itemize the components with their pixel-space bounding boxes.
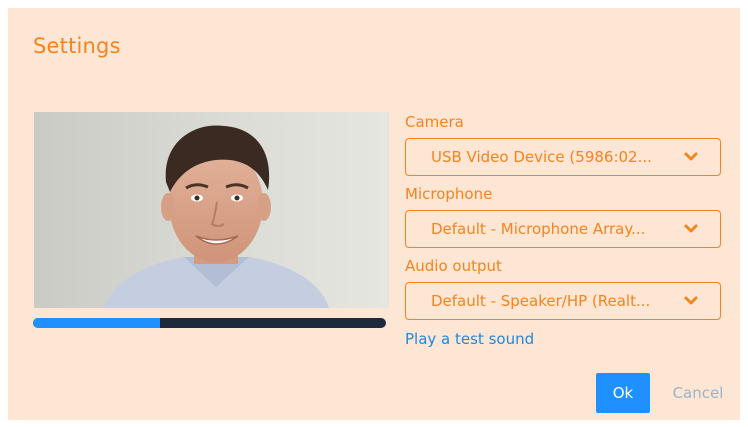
audio-output-select[interactable]: Default - Speaker/HP (Realt...: [405, 282, 721, 320]
settings-dialog: Settings Camera USB Video Device (5986:0…: [8, 8, 740, 420]
play-test-sound-link[interactable]: Play a test sound: [405, 330, 534, 348]
chevron-down-icon: [684, 152, 698, 161]
camera-label: Camera: [405, 113, 464, 131]
microphone-label: Microphone: [405, 185, 493, 203]
camera-select-value: USB Video Device (5986:02...: [431, 148, 652, 166]
cancel-button[interactable]: Cancel: [663, 373, 733, 413]
audio-output-select-value: Default - Speaker/HP (Realt...: [431, 292, 651, 310]
camera-preview: [34, 112, 389, 308]
audio-level-fill: [33, 318, 161, 328]
camera-preview-image: [34, 112, 389, 308]
microphone-select-value: Default - Microphone Array...: [431, 220, 646, 238]
microphone-select[interactable]: Default - Microphone Array...: [405, 210, 721, 248]
chevron-down-icon: [684, 296, 698, 305]
chevron-down-icon: [684, 224, 698, 233]
ok-button[interactable]: Ok: [596, 373, 650, 413]
dialog-title: Settings: [33, 34, 121, 58]
audio-level-meter: [33, 318, 386, 328]
audio-output-label: Audio output: [405, 257, 502, 275]
camera-select[interactable]: USB Video Device (5986:02...: [405, 138, 721, 176]
